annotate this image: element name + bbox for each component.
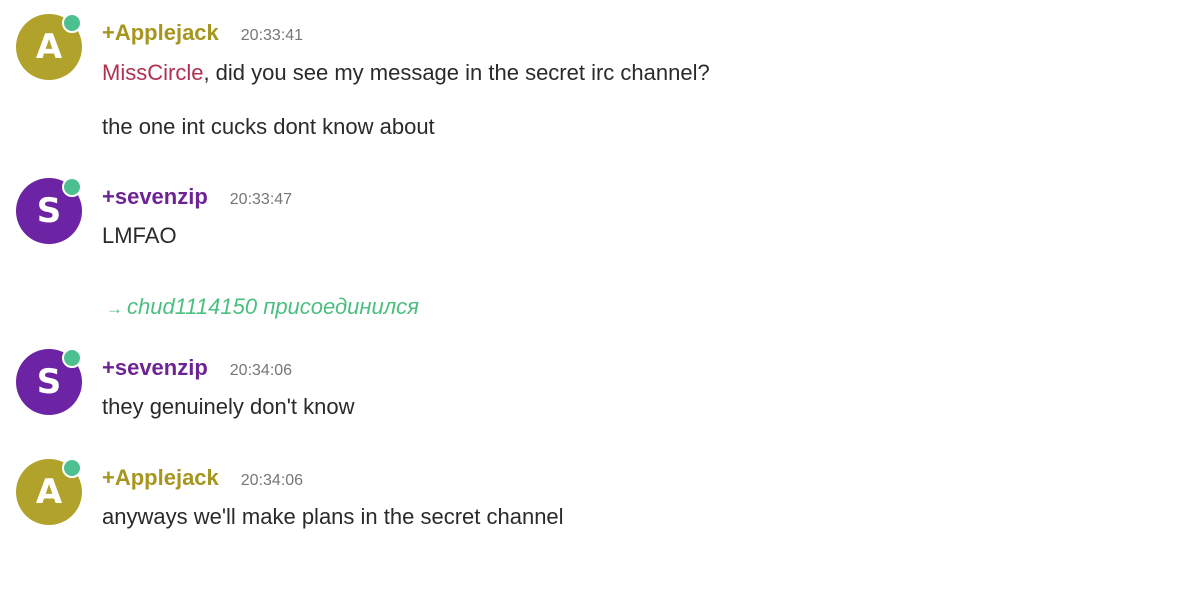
nick-link[interactable]: +Applejack [102, 20, 219, 46]
join-action-text: присоединился [257, 294, 419, 319]
message-header: +sevenzip 20:34:06 [102, 355, 292, 381]
timestamp: 20:33:41 [240, 27, 304, 44]
message-header: +Applejack 20:33:41 [102, 20, 303, 46]
avatar-letter: A [35, 472, 63, 512]
message-header: +sevenzip 20:33:47 [102, 184, 292, 210]
nick-link[interactable]: +sevenzip [102, 184, 208, 210]
avatar-letter: S [36, 362, 62, 402]
join-event: → chud1114150 присоединился [106, 294, 419, 320]
online-status-icon [62, 177, 82, 197]
online-status-icon [62, 13, 82, 33]
message-text: LMFAO [102, 223, 177, 248]
timestamp: 20:34:06 [229, 362, 293, 379]
timestamp: 20:33:47 [229, 191, 293, 208]
message-text: they genuinely don't know [102, 394, 355, 419]
message-text: MissCircle, did you see my message in th… [102, 60, 710, 86]
mention-link[interactable]: MissCircle [102, 60, 203, 85]
message-text-rest: , did you see my message in the secret i… [203, 60, 710, 85]
message-text: anyways we'll make plans in the secret c… [102, 504, 564, 529]
avatar-letter: A [35, 27, 63, 67]
nick-link[interactable]: +Applejack [102, 465, 219, 491]
join-user-link[interactable]: chud1114150 [127, 294, 257, 319]
message-text: the one int cucks dont know about [102, 114, 435, 139]
online-status-icon [62, 458, 82, 478]
online-status-icon [62, 348, 82, 368]
avatar-letter: S [36, 191, 62, 231]
nick-link[interactable]: +sevenzip [102, 355, 208, 381]
right-arrow-icon: → [106, 299, 123, 318]
message-header: +Applejack 20:34:06 [102, 465, 303, 491]
timestamp: 20:34:06 [240, 472, 304, 489]
